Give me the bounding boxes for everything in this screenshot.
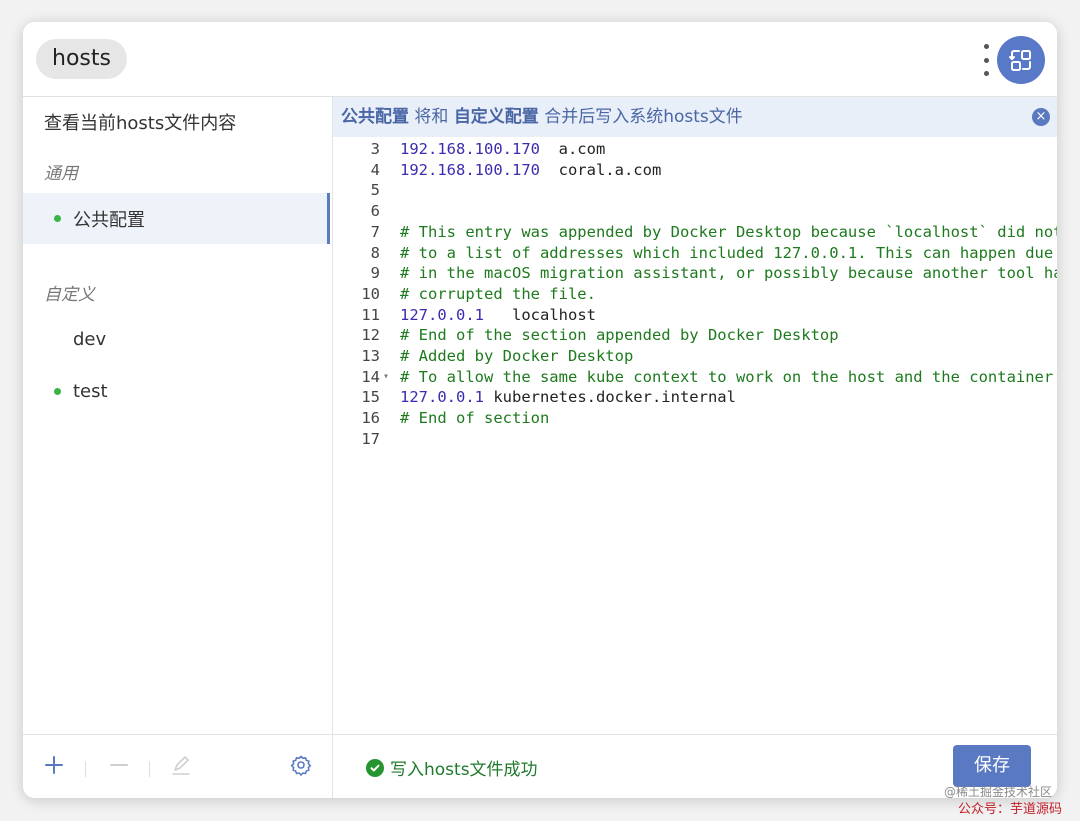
comment-text: # in the macOS migration assistant, or p… (400, 264, 1057, 283)
ip-address: 192.168.100.170 (400, 140, 540, 158)
info-banner: 公共配置 将和 自定义配置 合并后写入系统hosts文件 × (333, 97, 1057, 137)
more-menu-icon[interactable] (981, 44, 991, 76)
code-line: 16 # End of section (333, 408, 1057, 429)
sidebar-item-label: 公共配置 (73, 209, 145, 231)
line-content: # This entry was appended by Docker Desk… (400, 222, 1057, 243)
switch-view-button[interactable] (997, 36, 1045, 84)
comment-text: # corrupted the file. (400, 284, 596, 303)
sidebar-item-label: 查看当前hosts文件内容 (44, 113, 237, 134)
status-text: 写入hosts文件成功 (390, 760, 538, 780)
comment-text: # This entry was appended by Docker Desk… (400, 222, 1057, 241)
gear-icon[interactable] (289, 753, 313, 777)
sidebar-item-test[interactable]: test (23, 366, 330, 416)
code-line: 4 192.168.100.170 coral.a.com (333, 160, 1057, 181)
line-number: 3 (370, 140, 380, 158)
banner-common-config: 公共配置 (341, 107, 409, 127)
comment-text: # End of section (400, 409, 550, 428)
line-number: 7 (370, 222, 380, 241)
line-content: 127.0.0.1 kubernetes.docker.internal (400, 387, 736, 408)
sidebar-item-label: test (73, 380, 108, 402)
fold-arrow-icon[interactable]: ▾ (383, 367, 389, 388)
main-panel: 公共配置 将和 自定义配置 合并后写入系统hosts文件 × 3 192.168.… (333, 97, 1057, 798)
line-number: 13 (361, 347, 380, 365)
code-line: 12 # End of the section appended by Docke… (333, 325, 1057, 346)
enabled-dot (54, 215, 61, 222)
line-number: 16 (361, 409, 380, 428)
code-line: 5 (333, 180, 1057, 201)
line-number: 8 (370, 243, 380, 262)
hostname: kubernetes.docker.internal (484, 388, 736, 407)
ip-address: 127.0.0.1 (400, 305, 484, 324)
line-number: 12 (361, 326, 380, 345)
hostname: coral.a.com (539, 160, 662, 179)
code-line: 11 127.0.0.1 localhost (333, 305, 1057, 326)
sidebar-footer (23, 734, 332, 798)
code-line: 9 # in the macOS migration assistant, or … (333, 263, 1057, 284)
hostname: localhost (484, 305, 596, 324)
line-number: 11 (361, 305, 380, 324)
sidebar-item-label: dev (73, 328, 107, 350)
code-line: 15 127.0.0.1 kubernetes.docker.internal (333, 387, 1057, 408)
line-content: # End of section (400, 408, 549, 429)
code-line: 17 (333, 429, 1057, 450)
line-number: 6 (370, 202, 380, 221)
comment-text: # To allow the same kube context to work… (400, 367, 1057, 386)
check-circle-icon (366, 758, 384, 777)
line-number: 15 (361, 388, 380, 407)
line-content: 127.0.0.1 localhost (400, 305, 596, 326)
switch-icon (1009, 50, 1031, 71)
code-line: 3 192.168.100.170 a.com (333, 139, 1057, 160)
comment-text: # to a list of addresses which included … (400, 243, 1054, 262)
line-number: 14 (361, 367, 380, 386)
title-bar: hosts (23, 22, 1057, 97)
line-content: # To allow the same kube context to work… (400, 367, 1057, 388)
section-common-heading: 通用 (44, 164, 78, 184)
line-content: # to a list of addresses which included … (400, 243, 1053, 264)
sidebar: 查看当前hosts文件内容 通用 公共配置 自定义 dev test (23, 97, 333, 798)
line-number: 5 (370, 181, 380, 200)
code-line: 6 (333, 201, 1057, 222)
sidebar-item-common[interactable]: 公共配置 (23, 193, 330, 244)
line-content: 192.168.100.170 coral.a.com (400, 160, 661, 181)
divider (149, 761, 150, 777)
line-content: # Added by Docker Desktop (400, 346, 633, 367)
banner-text-part: 合并后写入系统hosts文件 (538, 107, 743, 127)
line-content: # in the macOS migration assistant, or p… (400, 263, 1057, 284)
code-line: 7 # This entry was appended by Docker Des… (333, 222, 1057, 243)
edit-icon[interactable] (170, 753, 192, 777)
enabled-dot (54, 387, 61, 395)
line-content: 192.168.100.170 a.com (400, 139, 605, 160)
ip-address: 127.0.0.1 (400, 388, 484, 407)
minus-icon[interactable] (108, 753, 130, 777)
plus-icon[interactable] (43, 753, 65, 777)
code-line: 8 # to a list of addresses which included… (333, 243, 1057, 264)
banner-custom-config: 自定义配置 (453, 107, 539, 127)
line-number: 17 (361, 429, 380, 448)
code-line: 13 # Added by Docker Desktop (333, 346, 1057, 367)
watermark-text: 公众号：芋道源码 (958, 802, 1063, 817)
sidebar-item-view-current[interactable]: 查看当前hosts文件内容 (23, 97, 330, 147)
code-editor[interactable]: 3 192.168.100.170 a.com 4 192.168.100.170 c… (333, 137, 1057, 734)
code-line: 10 # corrupted the file. (333, 284, 1057, 305)
comment-text: # End of the section appended by Docker … (400, 326, 839, 345)
comment-text: # Added by Docker Desktop (400, 347, 634, 365)
ip-address: 192.168.100.170 (400, 160, 540, 179)
line-number: 4 (370, 160, 380, 179)
app-window: hosts 查看当前hosts文件内容 通用 公共配置 自定义 dev test… (23, 22, 1057, 798)
sidebar-item-dev[interactable]: dev (23, 314, 330, 364)
banner-text-part: 将和 (409, 107, 454, 127)
line-content: # corrupted the file. (400, 284, 596, 305)
hostname: a.com (539, 140, 606, 158)
section-custom-heading: 自定义 (44, 285, 95, 305)
line-number: 9 (370, 264, 380, 283)
status-message: 写入hosts文件成功 (366, 755, 538, 780)
app-title: hosts (36, 39, 127, 79)
close-icon[interactable]: × (1032, 108, 1050, 126)
line-number: 10 (361, 284, 380, 303)
save-button[interactable]: 保存 (953, 745, 1031, 787)
line-content: # End of the section appended by Docker … (400, 325, 839, 346)
divider (85, 761, 86, 777)
banner-text: 公共配置 将和 自定义配置 合并后写入系统hosts文件 (341, 97, 743, 137)
code-line: 14 ▾ # To allow the same kube context to w… (333, 367, 1057, 388)
